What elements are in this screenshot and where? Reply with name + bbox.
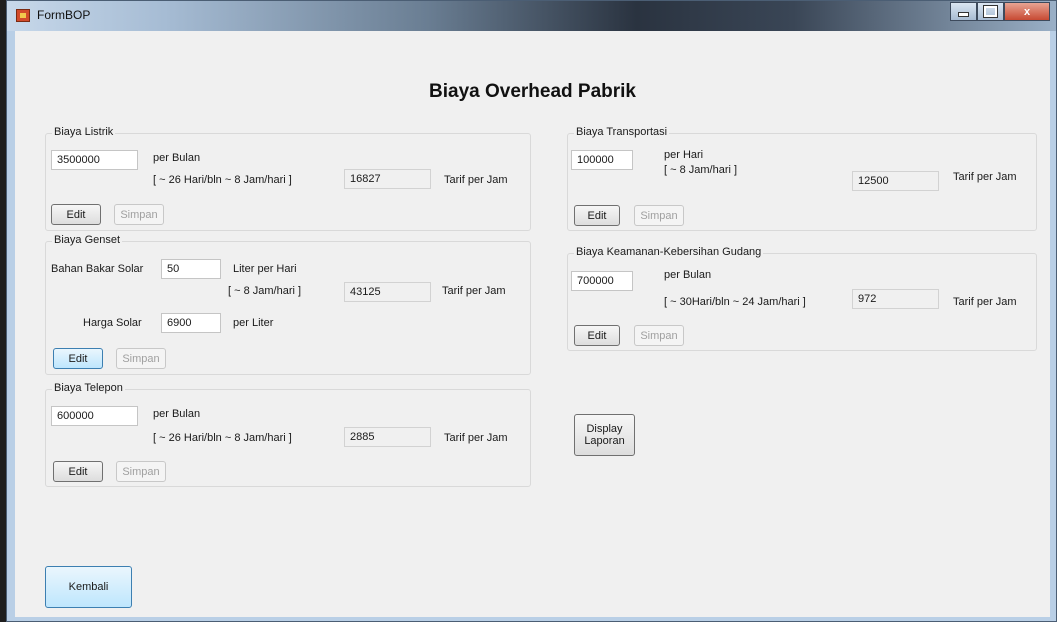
- transportasi-edit-button[interactable]: Edit: [574, 205, 620, 226]
- display-laporan-line1: Display: [586, 423, 623, 435]
- group-biaya-keamanan-kebersihan-gudang: Biaya Keamanan-Kebersihan Gudang 700000 …: [567, 246, 1037, 351]
- close-icon[interactable]: x: [1004, 2, 1050, 21]
- transportasi-unit-label: per Hari: [664, 149, 704, 161]
- window-controls: x: [950, 2, 1050, 21]
- listrik-simpan-button[interactable]: Simpan: [114, 204, 164, 225]
- genset-harga-field[interactable]: 6900: [161, 313, 221, 333]
- formbop-window: FormBOP x Biaya Overhead Pabrik Biaya Li…: [6, 0, 1057, 622]
- listrik-unit-label: per Bulan: [153, 152, 201, 164]
- telepon-rate-label: Tarif per Jam: [444, 432, 508, 444]
- genset-edit-button[interactable]: Edit: [53, 348, 103, 369]
- telepon-unit-label: per Bulan: [153, 408, 201, 420]
- keamanan-rate-label: Tarif per Jam: [953, 296, 1017, 308]
- listrik-rate-label: Tarif per Jam: [444, 174, 508, 186]
- app-icon: [16, 9, 30, 22]
- minimize-icon[interactable]: [950, 2, 977, 21]
- display-laporan-line2: Laporan: [584, 435, 625, 447]
- title-bar[interactable]: FormBOP x: [7, 1, 1056, 31]
- transportasi-simpan-button[interactable]: Simpan: [634, 205, 684, 226]
- listrik-value-field[interactable]: 3500000: [51, 150, 138, 170]
- group-biaya-telepon: Biaya Telepon 600000 per Bulan [ ~ 26 Ha…: [45, 382, 531, 487]
- keamanan-unit-label: per Bulan: [664, 269, 712, 281]
- keamanan-edit-button[interactable]: Edit: [574, 325, 620, 346]
- kembali-button[interactable]: Kembali: [45, 566, 132, 608]
- transportasi-rate-label: Tarif per Jam: [953, 171, 1017, 183]
- group-title: Biaya Transportasi: [574, 126, 670, 138]
- form-client-area: Biaya Overhead Pabrik Biaya Listrik 3500…: [15, 31, 1050, 617]
- keamanan-note-label: [ ~ 30Hari/bln ~ 24 Jam/hari ]: [664, 296, 806, 308]
- keamanan-rate-field: 972: [852, 289, 939, 309]
- genset-rate-label: Tarif per Jam: [442, 285, 506, 297]
- genset-bbm-label: Bahan Bakar Solar: [51, 263, 144, 275]
- genset-bbm-unit-label: Liter per Hari: [233, 263, 297, 275]
- genset-harga-unit-label: per Liter: [233, 317, 274, 329]
- telepon-simpan-button[interactable]: Simpan: [116, 461, 166, 482]
- transportasi-rate-field: 12500: [852, 171, 939, 191]
- telepon-edit-button[interactable]: Edit: [53, 461, 103, 482]
- listrik-edit-button[interactable]: Edit: [51, 204, 101, 225]
- group-title: Biaya Genset: [52, 234, 123, 246]
- keamanan-simpan-button[interactable]: Simpan: [634, 325, 684, 346]
- page-title: Biaya Overhead Pabrik: [429, 81, 636, 102]
- group-biaya-listrik: Biaya Listrik 3500000 per Bulan [ ~ 26 H…: [45, 126, 531, 231]
- telepon-value-field[interactable]: 600000: [51, 406, 138, 426]
- genset-note-label: [ ~ 8 Jam/hari ]: [228, 285, 302, 297]
- group-biaya-genset: Biaya Genset Bahan Bakar Solar 50 Liter …: [45, 234, 531, 375]
- genset-simpan-button[interactable]: Simpan: [116, 348, 166, 369]
- group-title: Biaya Keamanan-Kebersihan Gudang: [574, 246, 764, 258]
- telepon-rate-field: 2885: [344, 427, 431, 447]
- transportasi-value-field[interactable]: 100000: [571, 150, 633, 170]
- group-biaya-transportasi: Biaya Transportasi 100000 per Hari [ ~ 8…: [567, 126, 1037, 231]
- genset-harga-label: Harga Solar: [83, 317, 142, 329]
- telepon-note-label: [ ~ 26 Hari/bln ~ 8 Jam/hari ]: [153, 432, 292, 444]
- maximize-icon[interactable]: [977, 2, 1004, 21]
- keamanan-value-field[interactable]: 700000: [571, 271, 633, 291]
- genset-rate-field: 43125: [344, 282, 431, 302]
- genset-bbm-field[interactable]: 50: [161, 259, 221, 279]
- listrik-note-label: [ ~ 26 Hari/bln ~ 8 Jam/hari ]: [153, 174, 292, 186]
- transportasi-note-label: [ ~ 8 Jam/hari ]: [664, 164, 738, 176]
- group-title: Biaya Telepon: [52, 382, 125, 394]
- window-title: FormBOP: [37, 8, 91, 22]
- display-laporan-button[interactable]: Display Laporan: [574, 414, 635, 456]
- listrik-rate-field: 16827: [344, 169, 431, 189]
- group-title: Biaya Listrik: [52, 126, 116, 138]
